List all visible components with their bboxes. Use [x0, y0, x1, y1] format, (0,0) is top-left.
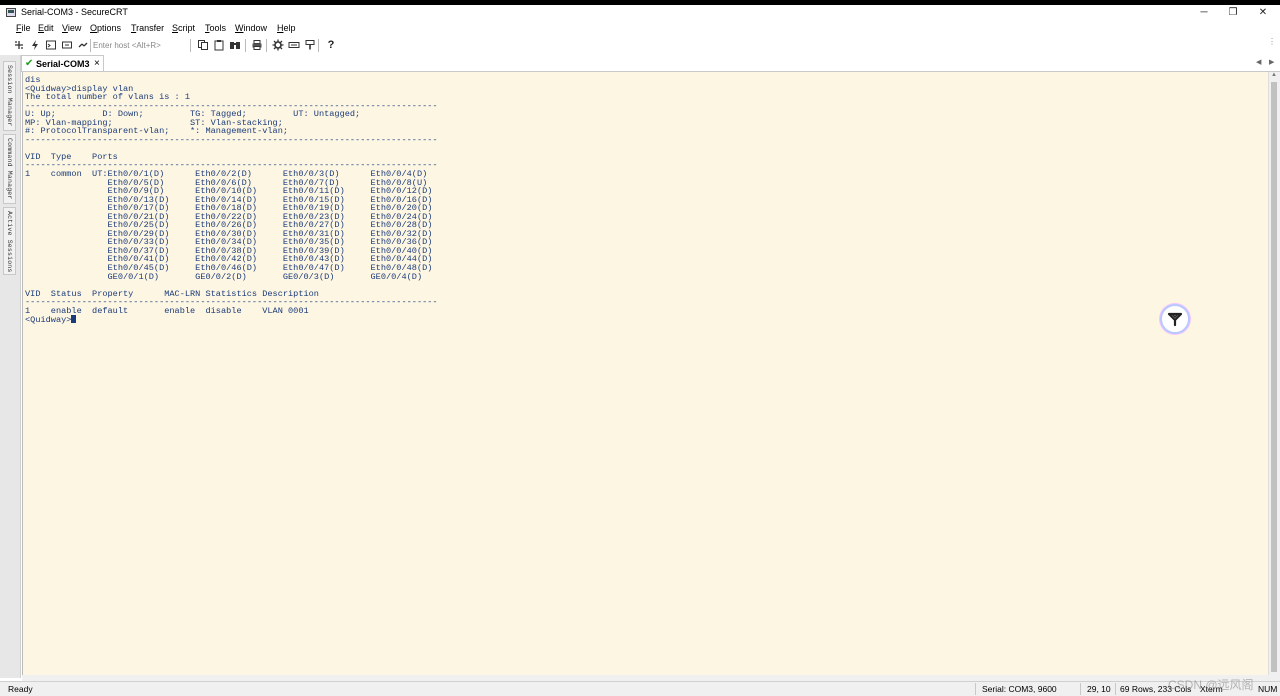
- toolbar-separator: [318, 39, 319, 52]
- enter-host-input[interactable]: [93, 39, 187, 51]
- tab-scroll-right-icon[interactable]: ▶: [1269, 56, 1274, 70]
- menu-edit[interactable]: Edit: [38, 23, 54, 33]
- status-num: NUM: [1258, 684, 1278, 694]
- csdn-watermark: CSDN @远风阁: [1168, 678, 1254, 692]
- session-manager-tab[interactable]: Session Manager: [3, 61, 16, 131]
- minimize-button[interactable]: ─: [1190, 5, 1218, 21]
- status-cursor-position: 29, 10: [1087, 684, 1111, 694]
- scroll-up-icon[interactable]: ▲: [1271, 72, 1277, 78]
- terminal-cursor: [71, 315, 77, 324]
- status-divider: [1115, 683, 1116, 695]
- disconnect-icon[interactable]: [77, 39, 89, 51]
- menu-bar: File Edit View Options Transfer Script T…: [0, 22, 1280, 36]
- active-sessions-label: Active Sessions: [6, 211, 13, 273]
- keymap-icon[interactable]: [288, 39, 300, 51]
- close-window-button[interactable]: ✕: [1249, 5, 1277, 21]
- quick-connect-icon[interactable]: [29, 39, 41, 51]
- menu-tools[interactable]: Tools: [205, 23, 226, 33]
- window-title: Serial-COM3 - SecureCRT: [21, 7, 128, 17]
- toolbar-separator: [190, 39, 191, 52]
- tab-label: Serial-COM3: [36, 59, 90, 69]
- securecrt-app-icon[interactable]: [6, 8, 16, 17]
- connected-check-icon: ✔: [25, 58, 34, 69]
- menu-script[interactable]: Script: [172, 23, 195, 33]
- maximize-button[interactable]: ❐: [1219, 5, 1247, 21]
- terminal-output: dis <Quidway>display vlan The total numb…: [25, 76, 438, 325]
- toolbar: ? ⋮: [0, 37, 1280, 54]
- connect-icon[interactable]: [13, 39, 25, 51]
- terminal-line: ----------------------------------------…: [25, 134, 438, 145]
- terminal-lines: dis <Quidway>display vlan The total numb…: [25, 75, 438, 316]
- status-ready: Ready: [8, 684, 33, 694]
- sftp-icon[interactable]: [304, 39, 316, 51]
- floating-assistant-icon[interactable]: [1160, 304, 1190, 334]
- command-manager-tab[interactable]: Command Manager: [3, 134, 16, 204]
- tab-serial-com3[interactable]: ✔ Serial-COM3 ×: [21, 55, 104, 71]
- help-icon[interactable]: ?: [325, 39, 337, 51]
- terminal-line: GE0/0/1(D) GE0/0/2(D) GE0/0/3(D) GE0/0/4…: [107, 271, 423, 282]
- vertical-scrollbar[interactable]: ▲: [1268, 72, 1280, 675]
- app-window: Serial-COM3 - SecureCRT ─ ❐ ✕ File Edit …: [0, 5, 1280, 696]
- copy-icon[interactable]: [197, 39, 209, 51]
- toolbar-grip-icon: ⋮: [1268, 37, 1276, 46]
- status-connection: Serial: COM3, 9600: [982, 684, 1057, 694]
- menu-help[interactable]: Help: [277, 23, 296, 33]
- active-sessions-tab[interactable]: Active Sessions: [3, 207, 16, 275]
- terminal-line: 1 enable default enable disable VLAN 000…: [25, 305, 309, 316]
- title-bar[interactable]: Serial-COM3 - SecureCRT ─ ❐ ✕: [0, 5, 1280, 21]
- toolbar-separator: [266, 39, 267, 52]
- session-tab-bar: ✔ Serial-COM3 × ◀ ▶: [21, 55, 1280, 72]
- terminal-prompt: <Quidway>: [25, 315, 72, 326]
- status-bar: Ready Serial: COM3, 9600 29, 10 69 Rows,…: [0, 681, 1280, 696]
- menu-file[interactable]: File: [16, 23, 31, 33]
- terminal-view[interactable]: dis <Quidway>display vlan The total numb…: [22, 72, 1269, 675]
- paste-icon[interactable]: [213, 39, 225, 51]
- toolbar-separator: [245, 39, 246, 52]
- menu-view[interactable]: View: [62, 23, 81, 33]
- menu-window[interactable]: Window: [235, 23, 267, 33]
- command-manager-label: Command Manager: [6, 138, 13, 200]
- settings-icon[interactable]: [272, 39, 284, 51]
- scroll-thumb[interactable]: [1271, 82, 1277, 672]
- status-divider: [975, 683, 976, 695]
- reconnect-icon[interactable]: [61, 39, 73, 51]
- close-tab-icon[interactable]: ×: [94, 57, 100, 71]
- find-icon[interactable]: [229, 39, 241, 51]
- status-divider: [1080, 683, 1081, 695]
- menu-transfer[interactable]: Transfer: [131, 23, 164, 33]
- side-panel: Session Manager Command Manager Active S…: [0, 55, 21, 678]
- toolbar-separator: [90, 39, 91, 52]
- connect-tab-icon[interactable]: [45, 39, 57, 51]
- menu-options[interactable]: Options: [90, 23, 121, 33]
- session-manager-label: Session Manager: [6, 65, 13, 127]
- tab-scroll-left-icon[interactable]: ◀: [1256, 56, 1261, 70]
- print-icon[interactable]: [251, 39, 263, 51]
